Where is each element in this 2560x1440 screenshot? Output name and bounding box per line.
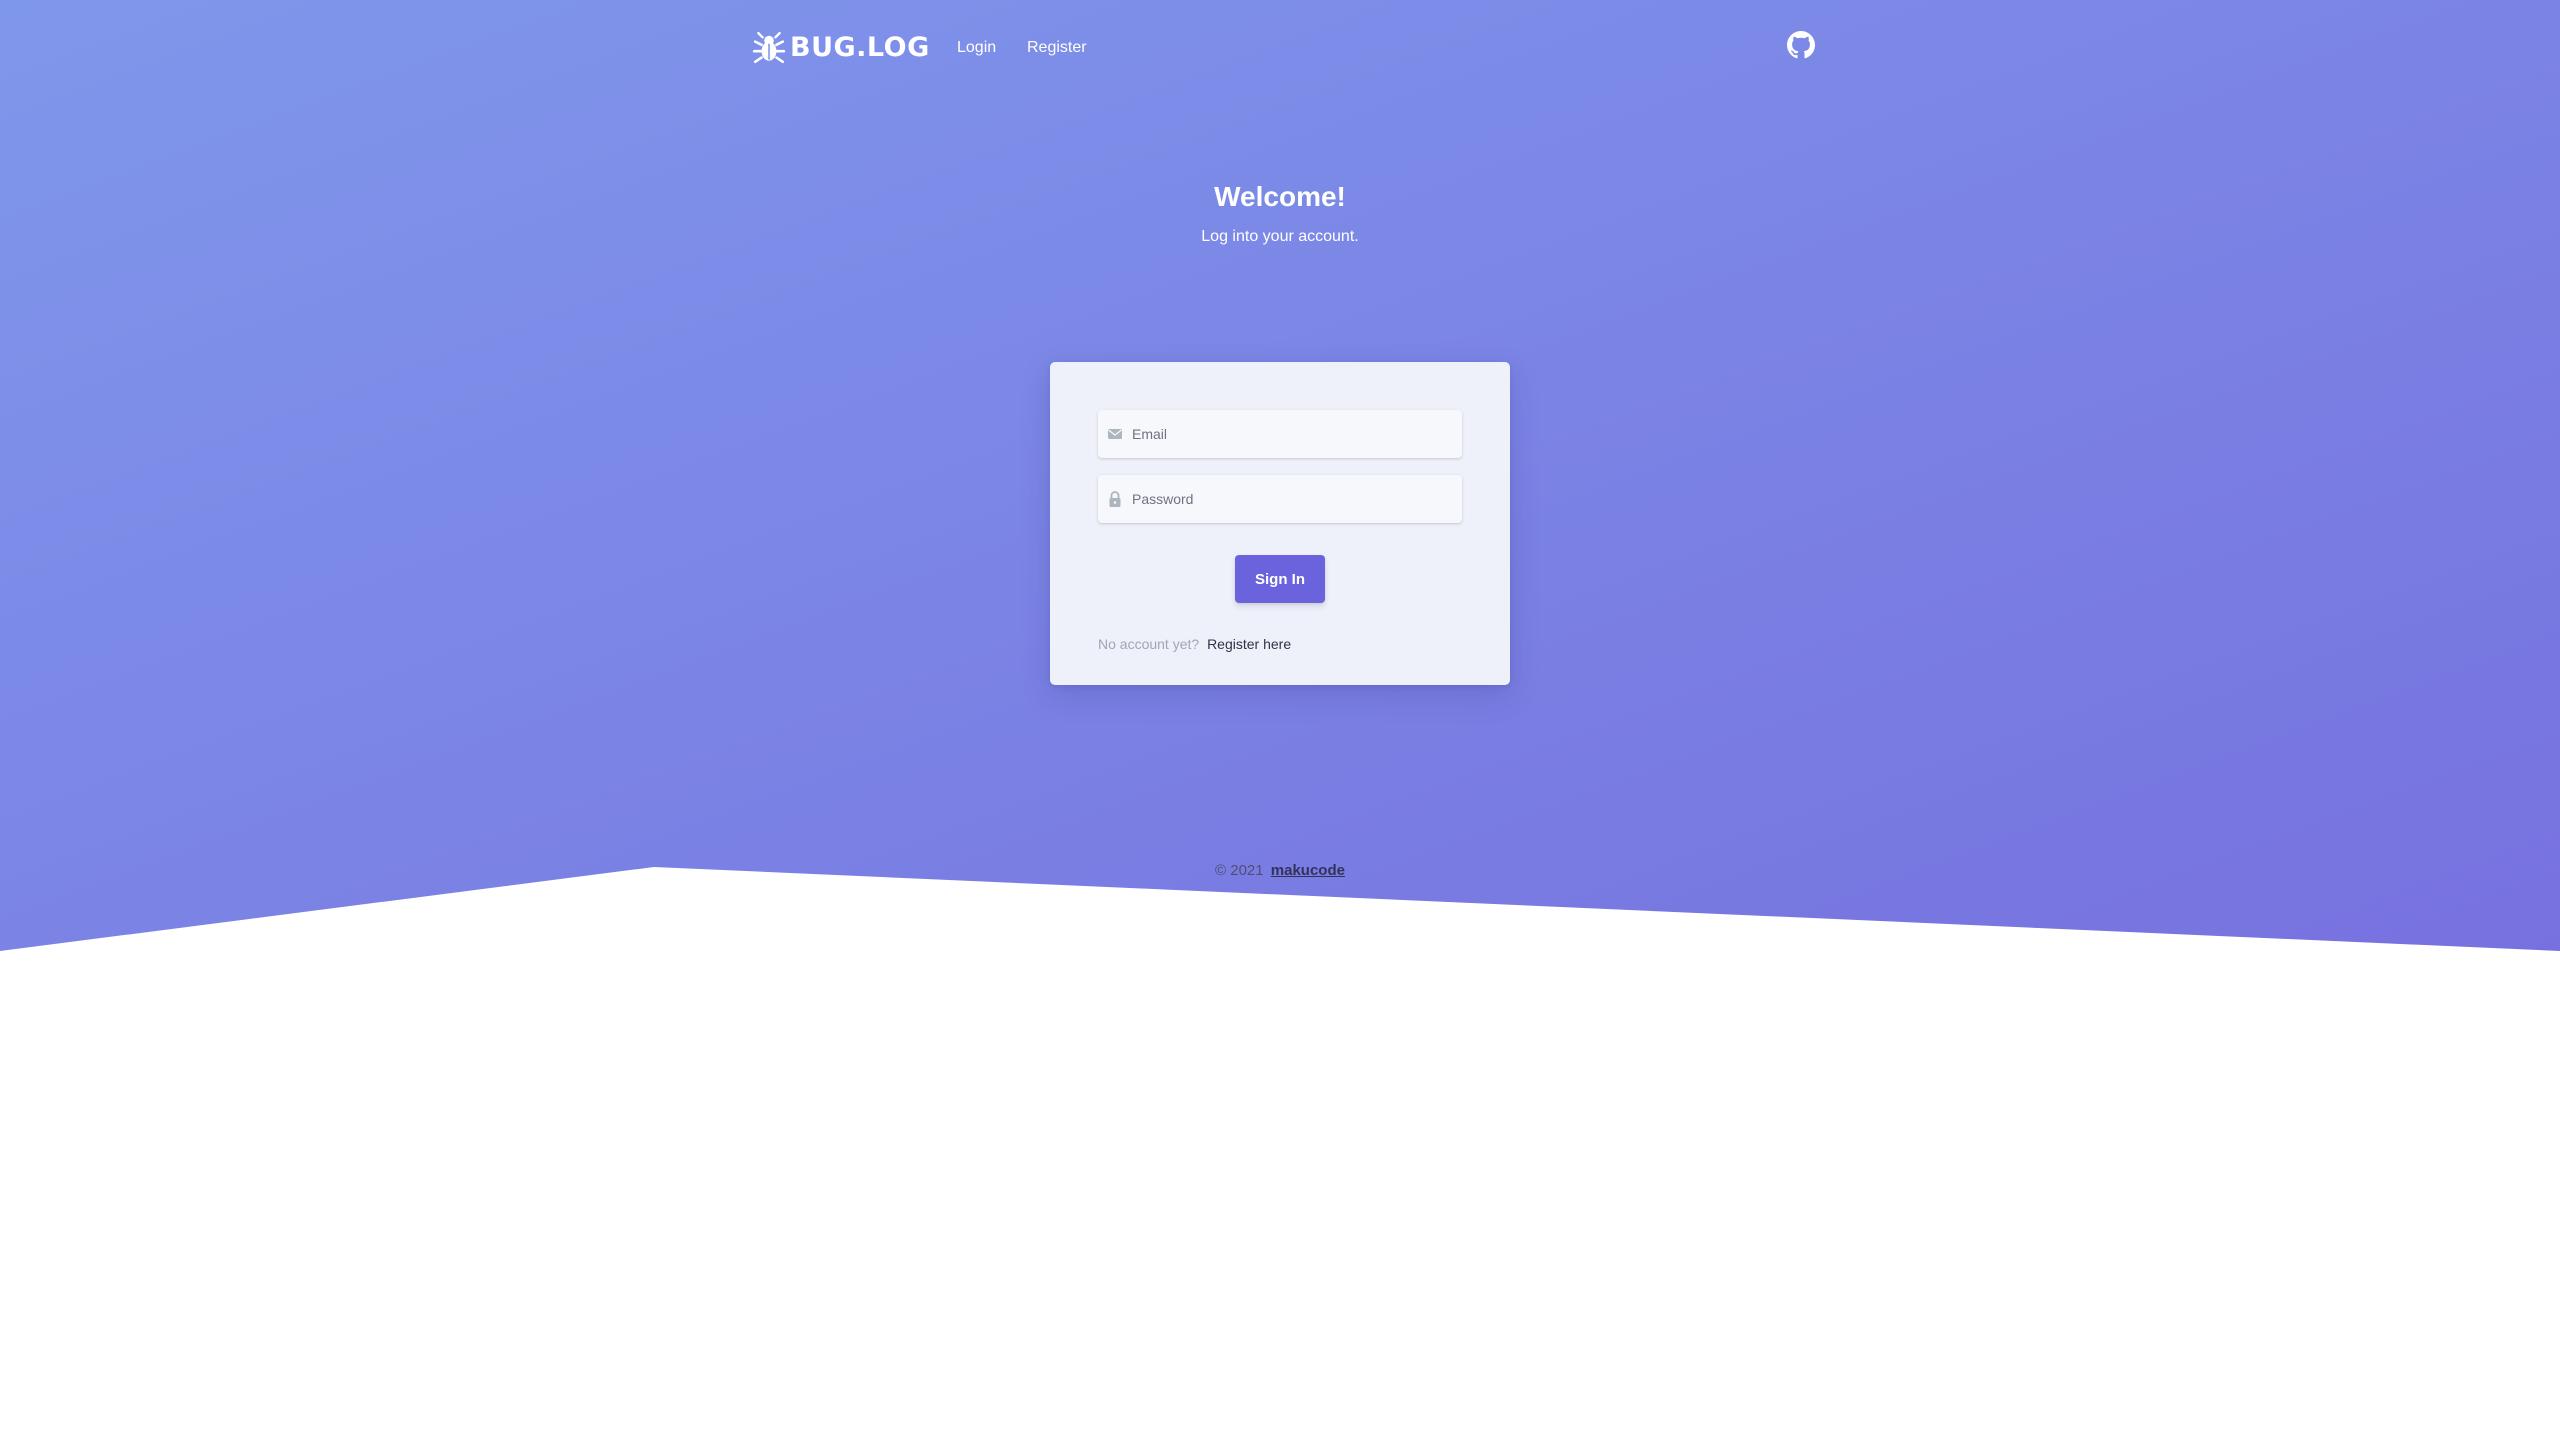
brand-logo[interactable]: BUG.LOG [752,31,930,65]
navbar: BUG.LOG Login Register [752,0,1816,96]
page-subtitle: Log into your account. [1201,228,1359,245]
github-link[interactable] [1787,31,1815,59]
email-field[interactable] [1128,410,1448,458]
github-icon [1787,31,1815,59]
login-card: Sign In No account yet? Register here [1050,362,1510,685]
register-here-link[interactable]: Register here [1207,636,1291,652]
register-prompt: No account yet? Register here [1098,634,1291,654]
sign-in-button[interactable]: Sign In [1235,555,1325,603]
copyright-text: © 2021 [1215,862,1264,879]
envelope-icon [1107,425,1123,443]
nav-register-link[interactable]: Register [1027,36,1087,60]
nav-login-link[interactable]: Login [957,36,996,60]
bug-icon [752,31,786,64]
footer: © 2021 makucode [0,861,2560,881]
brand-name: BUG.LOG [790,32,930,63]
email-field-group [1098,410,1462,458]
no-account-label: No account yet? [1098,636,1200,652]
password-field[interactable] [1128,475,1448,523]
password-field-group [1098,475,1462,523]
author-link[interactable]: makucode [1271,862,1345,879]
login-page: BUG.LOG Login Register Welcome! Log into… [0,0,2560,1440]
page-title: Welcome! [1214,181,1346,212]
lock-icon [1107,490,1123,508]
